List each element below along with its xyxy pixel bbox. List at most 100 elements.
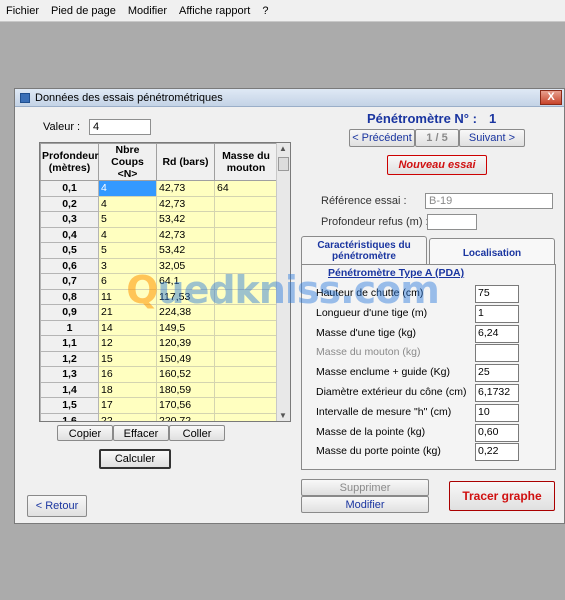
header-profondeur[interactable]: Profondeur (mètres) xyxy=(40,143,99,181)
cell-profondeur[interactable]: 1,1 xyxy=(40,335,99,352)
scroll-up-icon[interactable]: ▲ xyxy=(279,144,287,153)
cell-profondeur[interactable]: 1,4 xyxy=(40,381,99,398)
table-row[interactable]: 1,1 12 120,39 xyxy=(40,335,278,352)
field-input[interactable]: 75 xyxy=(475,285,519,303)
cell-rd[interactable]: 220,72 xyxy=(156,412,215,421)
tracer-graphe-button[interactable]: Tracer graphe xyxy=(449,481,555,511)
cell-masse-mouton[interactable] xyxy=(214,211,278,228)
tab-localisation[interactable]: Localisation xyxy=(429,238,555,264)
cell-nbre-coups[interactable]: 4 xyxy=(98,180,157,197)
header-rd[interactable]: Rd (bars) xyxy=(156,143,215,181)
supprimer-button[interactable]: Supprimer xyxy=(301,479,429,496)
table-row[interactable]: 0,9 21 224,38 xyxy=(40,304,278,321)
cell-profondeur[interactable]: 0,5 xyxy=(40,242,99,259)
field-input[interactable]: 25 xyxy=(475,364,519,383)
cell-rd[interactable]: 42,73 xyxy=(156,226,215,243)
cell-nbre-coups[interactable]: 18 xyxy=(98,381,157,398)
scroll-down-icon[interactable]: ▼ xyxy=(279,411,287,420)
menu-pied-de-page[interactable]: Pied de page xyxy=(51,5,116,17)
cell-rd[interactable]: 53,42 xyxy=(156,211,215,228)
precedent-button[interactable]: < Précédent xyxy=(349,129,415,147)
retour-button[interactable]: < Retour xyxy=(27,495,87,517)
field-input[interactable]: 0,60 xyxy=(475,423,519,442)
table-row[interactable]: 1,4 18 180,59 xyxy=(40,381,278,398)
cell-rd[interactable]: 180,59 xyxy=(156,381,215,398)
cell-rd[interactable]: 53,42 xyxy=(156,242,215,259)
table-row[interactable]: 1,5 17 170,56 xyxy=(40,397,278,414)
copier-button[interactable]: Copier xyxy=(57,425,113,441)
cell-nbre-coups[interactable]: 16 xyxy=(98,366,157,383)
table-row[interactable]: 0,2 4 42,73 xyxy=(40,195,278,212)
cell-masse-mouton[interactable] xyxy=(214,366,278,383)
cell-profondeur[interactable]: 0,8 xyxy=(40,288,99,305)
cell-nbre-coups[interactable]: 11 xyxy=(98,288,157,305)
reference-input[interactable]: B-19 xyxy=(425,193,553,209)
cell-profondeur[interactable]: 0,3 xyxy=(40,211,99,228)
cell-masse-mouton[interactable] xyxy=(214,412,278,421)
refus-input[interactable] xyxy=(427,214,477,230)
cell-rd[interactable]: 117,53 xyxy=(156,288,215,305)
cell-nbre-coups[interactable]: 5 xyxy=(98,242,157,259)
cell-masse-mouton[interactable] xyxy=(214,226,278,243)
modifier-button[interactable]: Modifier xyxy=(301,496,429,513)
table-row[interactable]: 0,1 4 42,73 64 xyxy=(40,180,278,197)
field-input[interactable]: 1 xyxy=(475,304,519,323)
header-nbre-coups[interactable]: Nbre Coups <N> xyxy=(98,143,157,181)
cell-masse-mouton[interactable] xyxy=(214,319,278,336)
cell-nbre-coups[interactable]: 6 xyxy=(98,273,157,290)
cell-rd[interactable]: 64,1 xyxy=(156,273,215,290)
cell-rd[interactable]: 42,73 xyxy=(156,180,215,197)
cell-nbre-coups[interactable]: 5 xyxy=(98,211,157,228)
cell-rd[interactable]: 149,5 xyxy=(156,319,215,336)
field-input[interactable] xyxy=(475,344,519,363)
field-input[interactable]: 0,22 xyxy=(475,443,519,462)
cell-rd[interactable]: 42,73 xyxy=(156,195,215,212)
table-row[interactable]: 0,8 11 117,53 xyxy=(40,288,278,305)
tab-caracteristiques[interactable]: Caractéristiques du pénétromètre xyxy=(301,236,427,265)
cell-nbre-coups[interactable]: 12 xyxy=(98,335,157,352)
cell-profondeur[interactable]: 0,4 xyxy=(40,226,99,243)
cell-masse-mouton[interactable] xyxy=(214,195,278,212)
cell-masse-mouton[interactable] xyxy=(214,397,278,414)
menu-modifier[interactable]: Modifier xyxy=(128,5,167,17)
menu-affiche-rapport[interactable]: Affiche rapport xyxy=(179,5,250,17)
cell-rd[interactable]: 160,52 xyxy=(156,366,215,383)
calculer-button[interactable]: Calculer xyxy=(99,449,171,469)
table-row[interactable]: 0,4 4 42,73 xyxy=(40,226,278,243)
cell-profondeur[interactable]: 0,1 xyxy=(40,180,99,197)
cell-profondeur[interactable]: 0,2 xyxy=(40,195,99,212)
cell-profondeur[interactable]: 0,6 xyxy=(40,257,99,274)
table-row[interactable]: 0,7 6 64,1 xyxy=(40,273,278,290)
nouveau-essai-button[interactable]: Nouveau essai xyxy=(387,155,487,175)
cell-rd[interactable]: 32,05 xyxy=(156,257,215,274)
cell-nbre-coups[interactable]: 17 xyxy=(98,397,157,414)
field-input[interactable]: 6,1732 xyxy=(475,384,519,402)
cell-masse-mouton[interactable] xyxy=(214,350,278,367)
cell-masse-mouton[interactable] xyxy=(214,242,278,259)
cell-nbre-coups[interactable]: 21 xyxy=(98,304,157,321)
cell-nbre-coups[interactable]: 14 xyxy=(98,319,157,336)
valeur-input[interactable]: 4 xyxy=(89,119,151,135)
cell-masse-mouton[interactable] xyxy=(214,273,278,290)
header-masse-mouton[interactable]: Masse du mouton xyxy=(214,143,278,181)
cell-profondeur[interactable]: 1,6 xyxy=(40,412,99,421)
cell-nbre-coups[interactable]: 22 xyxy=(98,412,157,421)
cell-profondeur[interactable]: 0,7 xyxy=(40,273,99,290)
field-input[interactable]: 10 xyxy=(475,403,519,422)
close-button[interactable]: X xyxy=(540,90,562,105)
cell-masse-mouton[interactable] xyxy=(214,381,278,398)
suivant-button[interactable]: Suivant > xyxy=(459,129,525,147)
cell-rd[interactable]: 224,38 xyxy=(156,304,215,321)
cell-masse-mouton[interactable] xyxy=(214,304,278,321)
data-grid[interactable]: Profondeur (mètres) Nbre Coups <N> Rd (b… xyxy=(39,142,291,422)
cell-profondeur[interactable]: 1,3 xyxy=(40,366,99,383)
table-row[interactable]: 1,2 15 150,49 xyxy=(40,350,278,367)
table-row[interactable]: 0,3 5 53,42 xyxy=(40,211,278,228)
table-row[interactable]: 0,5 5 53,42 xyxy=(40,242,278,259)
cell-profondeur[interactable]: 0,9 xyxy=(40,304,99,321)
cell-rd[interactable]: 120,39 xyxy=(156,335,215,352)
cell-masse-mouton[interactable]: 64 xyxy=(214,180,278,197)
table-row[interactable]: 1 14 149,5 xyxy=(40,319,278,336)
scroll-thumb[interactable] xyxy=(278,157,289,171)
menu-help[interactable]: ? xyxy=(262,5,268,17)
